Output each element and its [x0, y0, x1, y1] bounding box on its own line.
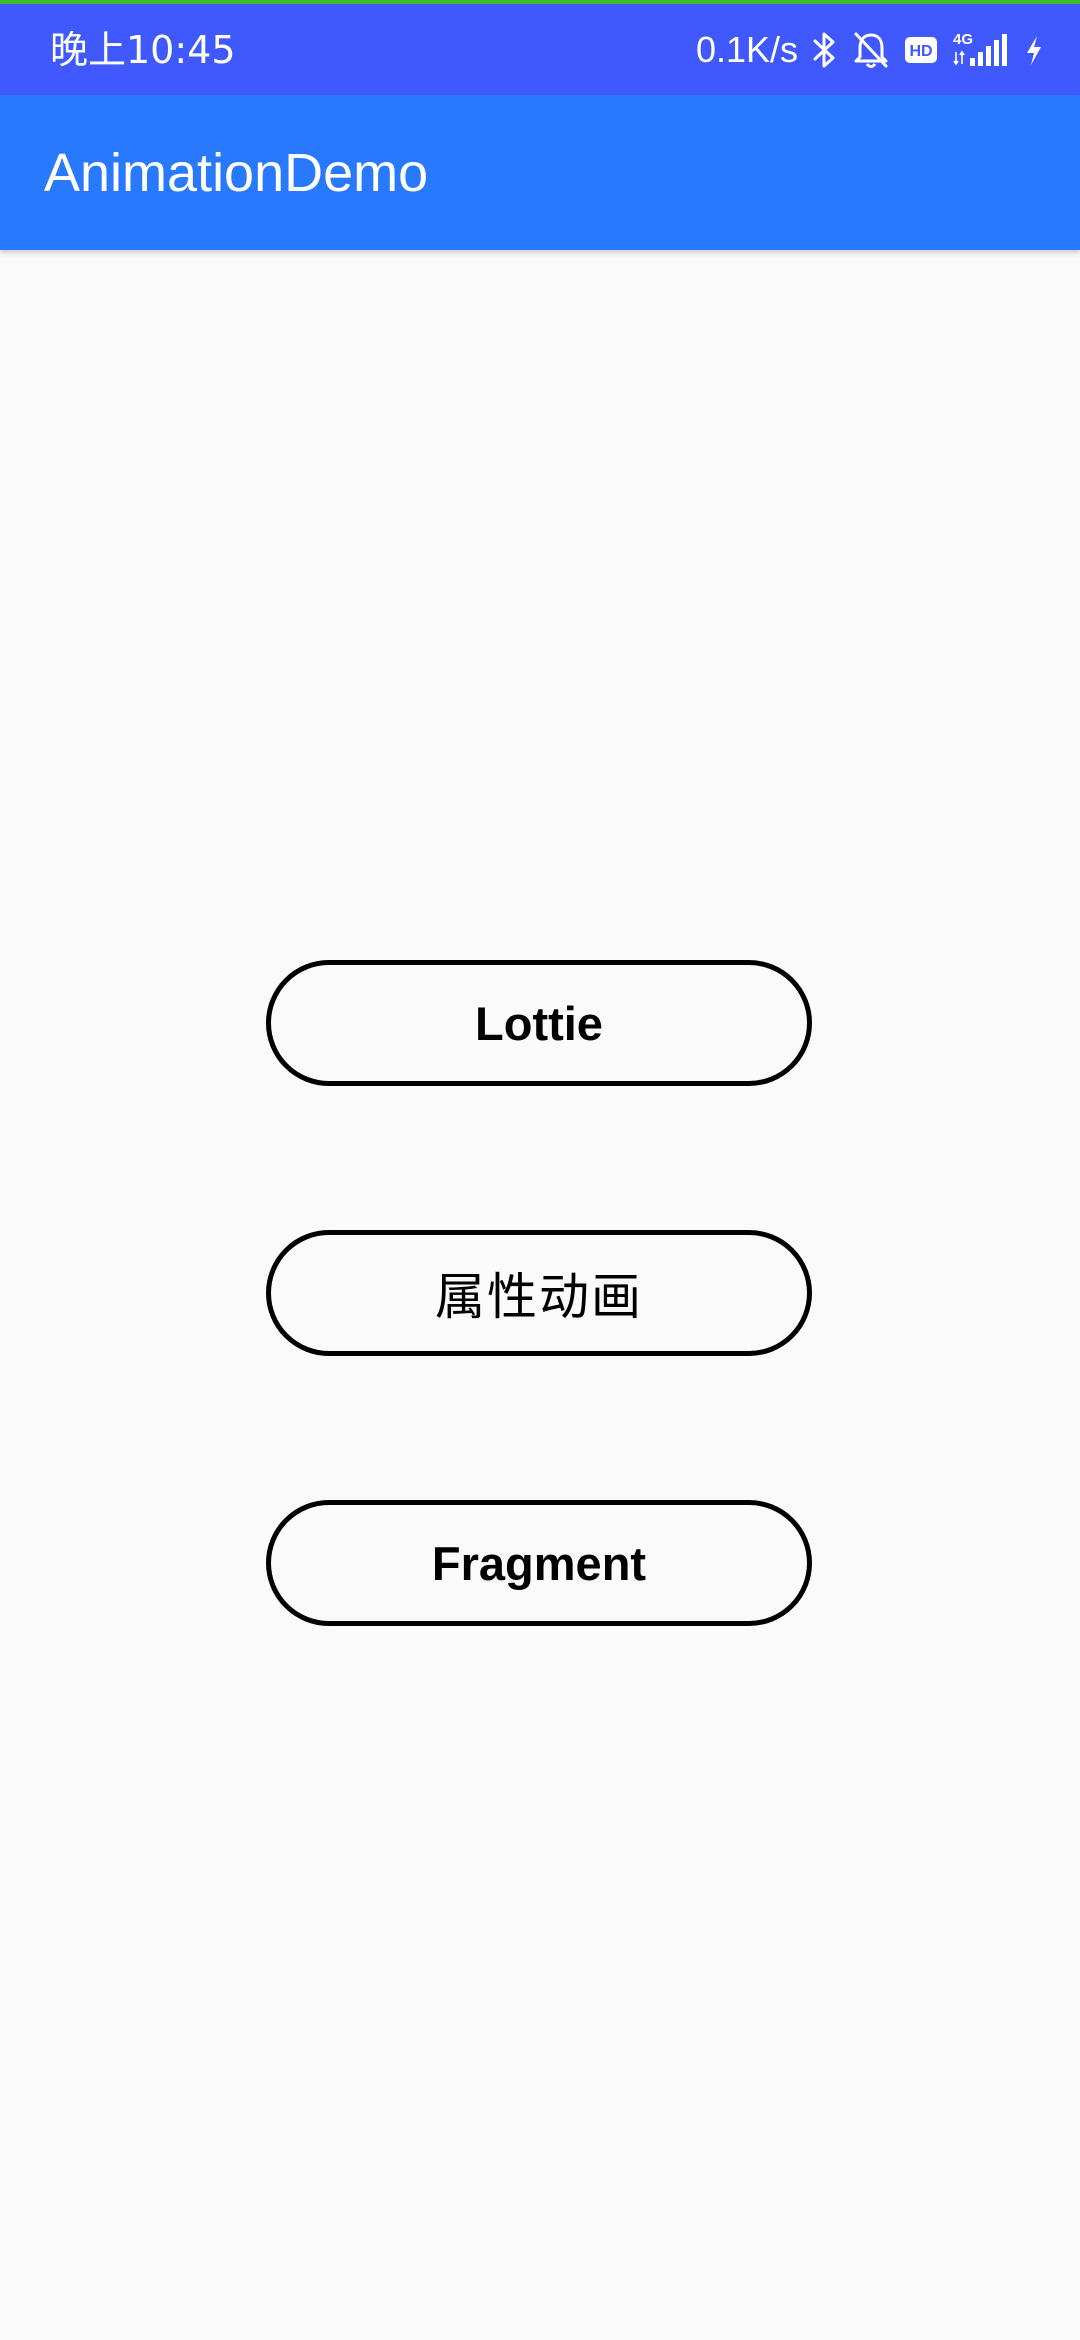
svg-text:HD: HD — [909, 43, 932, 60]
lottie-button[interactable]: Lottie — [266, 960, 812, 1086]
hd-icon: HD — [904, 36, 938, 64]
property-animation-button[interactable]: 属性动画 — [266, 1230, 812, 1356]
status-icons: 0.1K/s HD 4G — [696, 26, 1044, 74]
fragment-button-label: Fragment — [431, 1536, 647, 1590]
app-title: AnimationDemo — [44, 143, 429, 203]
property-animation-button-label: 属性动画 — [435, 1268, 643, 1326]
net-speed: 0.1K/s — [695, 29, 798, 70]
app-bar: AnimationDemo — [0, 95, 1080, 250]
lottie-button-label: Lottie — [475, 996, 603, 1050]
signal-4g-icon: 4G — [952, 30, 1010, 70]
fragment-button[interactable]: Fragment — [266, 1500, 812, 1626]
svg-text:4G: 4G — [953, 31, 973, 48]
status-time: 晚上10:45 — [50, 28, 236, 72]
charging-icon — [1024, 30, 1044, 70]
mute-bell-icon — [852, 30, 890, 70]
bluetooth-icon — [812, 30, 838, 70]
status-bar: 晚上10:45 0.1K/s HD 4G — [0, 4, 1080, 95]
